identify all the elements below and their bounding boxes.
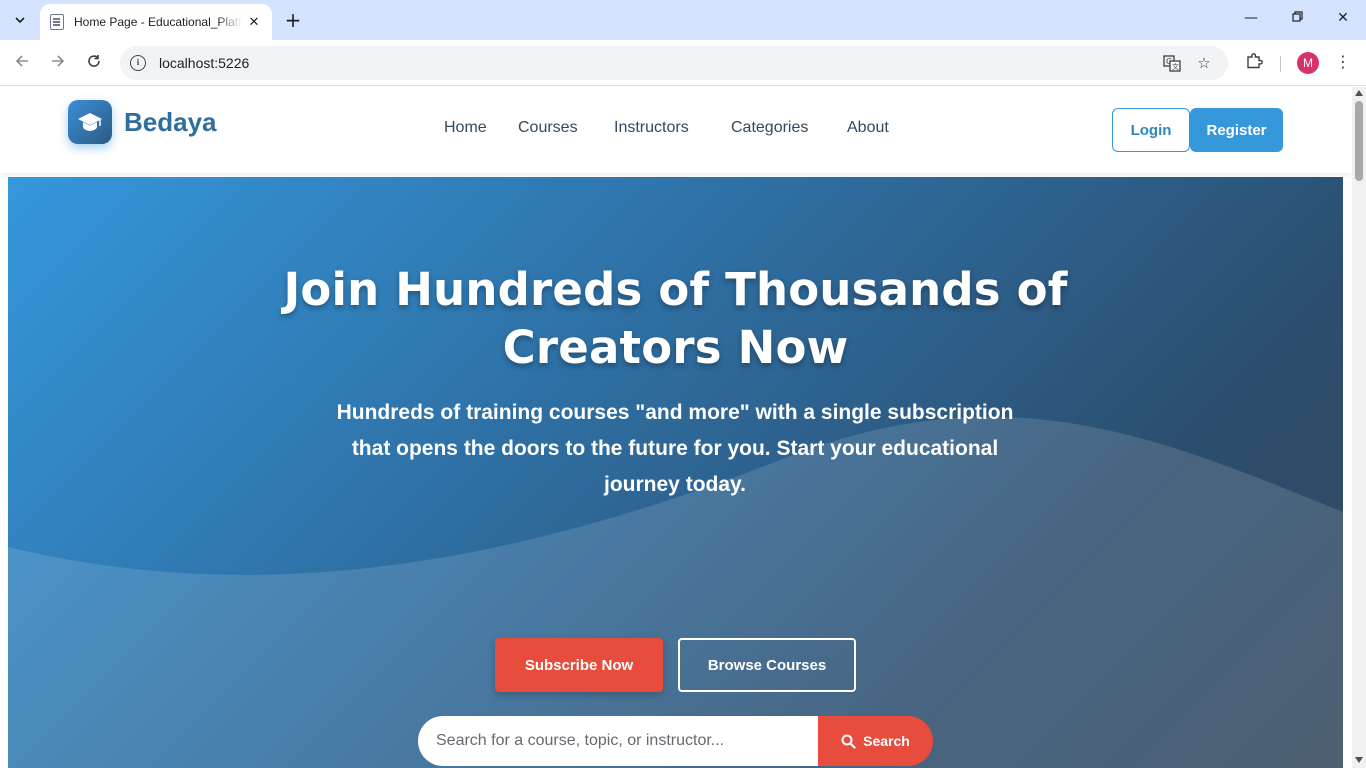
scroll-up-arrow-icon[interactable]: [1355, 90, 1363, 96]
tab-title: Home Page - Educational_Platform: [74, 15, 242, 29]
translate-icon[interactable]: G文: [1162, 54, 1182, 76]
reload-icon[interactable]: [82, 51, 106, 75]
site-header: Bedaya Home Courses Instructors Categori…: [0, 87, 1352, 173]
back-arrow-icon[interactable]: [10, 51, 34, 75]
scroll-down-arrow-icon[interactable]: [1355, 757, 1363, 763]
hero-title: Join Hundreds of Thousands of Creators N…: [8, 261, 1343, 377]
login-button[interactable]: Login: [1112, 108, 1190, 152]
extensions-puzzle-icon[interactable]: [1243, 52, 1265, 74]
search-icon: [841, 734, 856, 749]
hero-title-line-2: Creators Now: [502, 321, 849, 374]
new-tab-plus-icon[interactable]: +: [282, 9, 304, 31]
browser-tab-active[interactable]: Home Page - Educational_Platform ✕: [40, 4, 272, 40]
window-close-icon[interactable]: ✕: [1333, 10, 1353, 26]
site-info-icon[interactable]: i: [130, 55, 146, 71]
course-search-input[interactable]: [418, 716, 818, 766]
profile-avatar[interactable]: M: [1297, 52, 1319, 74]
register-button[interactable]: Register: [1190, 108, 1283, 152]
page-scrollbar[interactable]: [1352, 87, 1366, 768]
graduation-cap-icon[interactable]: [68, 100, 112, 144]
nav-about[interactable]: About: [847, 119, 889, 137]
forward-arrow-icon[interactable]: [46, 51, 70, 75]
tab-close-icon[interactable]: ✕: [246, 15, 262, 30]
nav-categories[interactable]: Categories: [731, 119, 808, 137]
window-minimize-icon[interactable]: —: [1241, 10, 1261, 26]
toolbar-separator: [1280, 56, 1281, 72]
nav-courses[interactable]: Courses: [518, 119, 578, 137]
hero-title-line-1: Join Hundreds of Thousands of: [283, 263, 1068, 316]
window-restore-icon[interactable]: [1287, 10, 1307, 26]
nav-home[interactable]: Home: [444, 119, 487, 137]
hero-subtitle: Hundreds of training courses "and more" …: [336, 401, 1014, 496]
browser-tab-bar: Home Page - Educational_Platform ✕ + — ✕: [0, 0, 1366, 40]
brand-logo-text[interactable]: Bedaya: [124, 107, 217, 138]
nav-instructors[interactable]: Instructors: [614, 119, 689, 137]
bookmark-star-icon[interactable]: ☆: [1194, 54, 1214, 72]
scrollbar-thumb[interactable]: [1355, 101, 1363, 181]
url-text[interactable]: localhost:5226: [159, 55, 249, 71]
search-button[interactable]: Search: [818, 716, 933, 766]
browser-toolbar: i localhost:5226 G文 ☆ M ⋮: [0, 40, 1366, 86]
search-button-label: Search: [863, 733, 910, 749]
page-viewport: Bedaya Home Courses Instructors Categori…: [0, 87, 1352, 768]
subscribe-now-button[interactable]: Subscribe Now: [495, 638, 663, 692]
browser-menu-icon[interactable]: ⋮: [1334, 52, 1352, 71]
page-favicon-icon: [50, 14, 64, 30]
address-bar[interactable]: i localhost:5226 G文 ☆: [120, 46, 1228, 80]
hero-section: Join Hundreds of Thousands of Creators N…: [8, 177, 1343, 768]
tab-search-chevron-icon[interactable]: [8, 8, 32, 32]
browse-courses-button[interactable]: Browse Courses: [678, 638, 856, 692]
svg-text:文: 文: [1172, 62, 1179, 71]
